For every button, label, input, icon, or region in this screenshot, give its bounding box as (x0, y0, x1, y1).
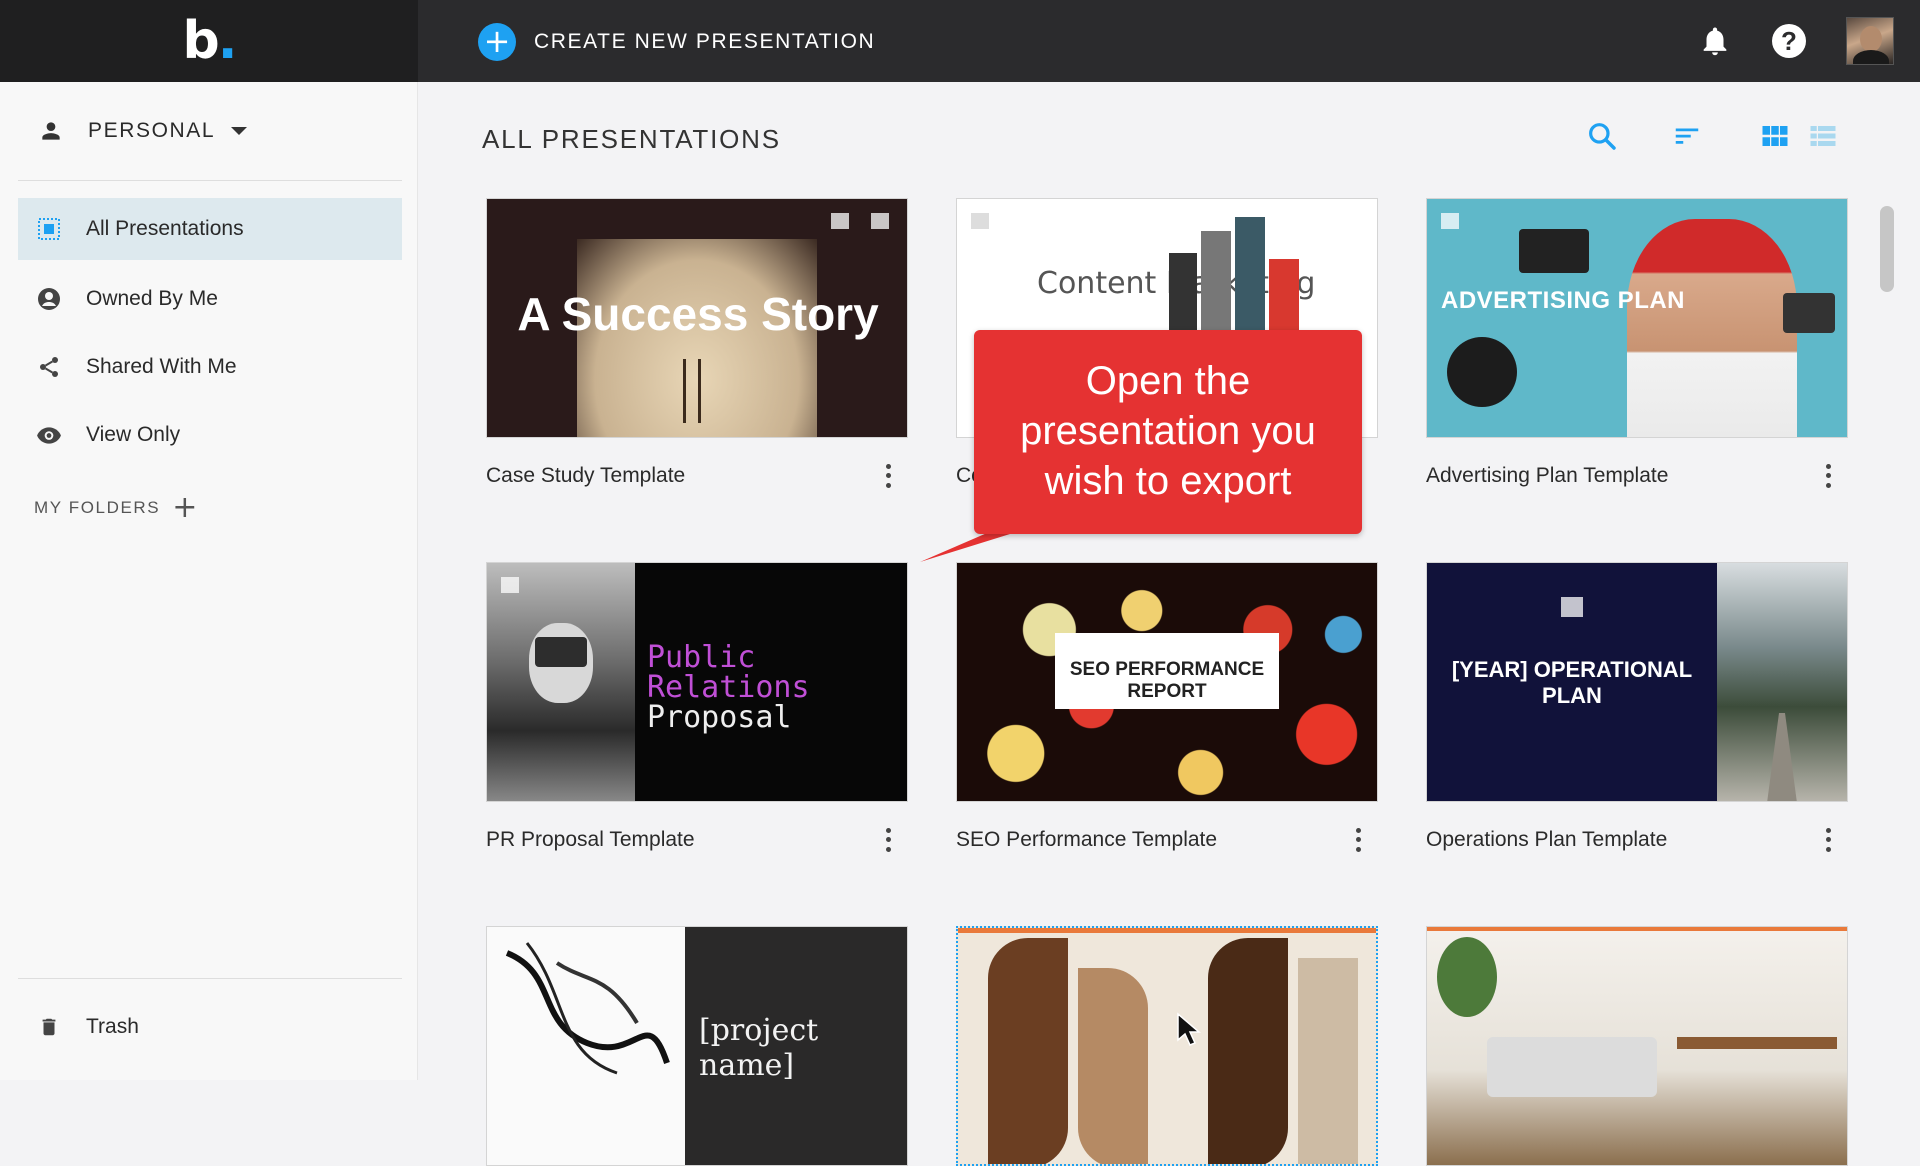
bell-icon[interactable] (1698, 22, 1732, 60)
presentation-title[interactable]: Case Study Template (486, 464, 685, 488)
presentation-card[interactable]: A Success Story Case Study Template (486, 198, 908, 488)
account-circle-icon (36, 286, 62, 312)
grid-view-icon[interactable] (1760, 121, 1790, 151)
presentation-thumbnail[interactable]: A Success Story (486, 198, 908, 438)
sidebar-item-shared-with-me[interactable]: Shared With Me (18, 336, 402, 398)
callout-line: Open the (1085, 359, 1251, 403)
mouse-cursor-icon (1177, 1012, 1202, 1046)
presentation-card[interactable] (956, 926, 1378, 1166)
create-presentation-label: CREATE NEW PRESENTATION (534, 30, 876, 53)
share-icon (36, 354, 62, 380)
thumbnail-title-line1: Public (647, 640, 756, 675)
scrollbar[interactable] (1880, 206, 1894, 292)
thumbnail-title: [project name] (699, 1013, 819, 1083)
more-options-icon[interactable] (878, 462, 898, 490)
logo-letter: b (182, 11, 220, 71)
presentation-card[interactable]: SEO PERFORMANCE REPORT SEO Performance T… (956, 562, 1378, 852)
presentation-card[interactable]: ADVERTISING PLAN Advertising Plan Templa… (1426, 198, 1848, 488)
trash-icon (36, 1014, 62, 1040)
divider (18, 180, 402, 181)
sidebar-item-label: Trash (86, 1015, 139, 1038)
page-title: ALL PRESENTATIONS (482, 124, 781, 154)
list-view-icon[interactable] (1808, 121, 1838, 151)
presentation-card[interactable]: Public Relations Proposal PR Proposal Te… (486, 562, 908, 852)
account-label: PERSONAL (88, 119, 216, 142)
account-switcher[interactable]: PERSONAL (38, 118, 248, 144)
presentation-thumbnail[interactable]: ADVERTISING PLAN (1426, 198, 1848, 438)
thumbnail-title: [YEAR] OPERATIONAL PLAN (1451, 657, 1693, 708)
presentation-title[interactable]: PR Proposal Template (486, 828, 695, 852)
presentation-card[interactable]: [YEAR] OPERATIONAL PLAN Operations Plan … (1426, 562, 1848, 852)
sidebar-item-label: All Presentations (86, 217, 244, 240)
divider (18, 978, 402, 979)
eye-icon (36, 422, 62, 448)
presentation-thumbnail[interactable]: Public Relations Proposal (486, 562, 908, 802)
my-folders-label: MY FOLDERS (34, 498, 161, 517)
ink-brush-graphic (505, 942, 670, 1075)
logo[interactable]: b. (0, 0, 418, 82)
chevron-down-icon (231, 127, 248, 135)
sidebar-item-label: Shared With Me (86, 355, 237, 378)
all-presentations-icon (36, 216, 62, 242)
top-bar: b. + CREATE NEW PRESENTATION ? (0, 0, 1920, 82)
sort-icon[interactable] (1672, 121, 1702, 151)
plus-icon: + (478, 23, 516, 61)
presentation-thumbnail[interactable] (956, 926, 1378, 1166)
sidebar-item-owned-by-me[interactable]: Owned By Me (18, 268, 402, 330)
thumbnail-title-line3: Proposal (647, 700, 792, 735)
more-options-icon[interactable] (1818, 462, 1838, 490)
presentation-card[interactable]: [project name] (486, 926, 908, 1166)
sidebar-item-label: View Only (86, 423, 181, 446)
create-presentation-button[interactable]: + CREATE NEW PRESENTATION (478, 23, 875, 61)
more-options-icon[interactable] (1818, 826, 1838, 854)
more-options-icon[interactable] (878, 826, 898, 854)
presentation-card[interactable] (1426, 926, 1848, 1166)
presentation-thumbnail[interactable]: [YEAR] OPERATIONAL PLAN (1426, 562, 1848, 802)
my-folders-header: MY FOLDERS + (34, 493, 197, 523)
thumbnail-title-line2: Relations (647, 670, 810, 705)
help-icon[interactable]: ? (1772, 24, 1806, 58)
sidebar: PERSONAL All Presentations Owned By Me S… (0, 82, 418, 1080)
search-icon[interactable] (1586, 120, 1618, 152)
callout-line: presentation you (1020, 409, 1316, 453)
tooltip-callout: Open the presentation you wish to export (974, 330, 1362, 534)
sidebar-item-label: Owned By Me (86, 287, 218, 310)
presentation-title[interactable]: Operations Plan Template (1426, 828, 1667, 852)
sidebar-item-all-presentations[interactable]: All Presentations (18, 198, 402, 260)
thumbnail-title: SEO PERFORMANCE REPORT (1069, 659, 1265, 702)
thumbnail-title: ADVERTISING PLAN (1441, 287, 1686, 314)
sidebar-item-view-only[interactable]: View Only (18, 404, 402, 466)
presentation-thumbnail[interactable] (1426, 926, 1848, 1166)
sidebar-item-trash[interactable]: Trash (18, 996, 402, 1058)
avatar[interactable] (1846, 17, 1894, 65)
presentation-title[interactable]: Advertising Plan Template (1426, 464, 1668, 488)
add-folder-icon[interactable]: + (172, 493, 197, 523)
thumbnail-title: A Success Story (517, 288, 879, 340)
more-options-icon[interactable] (1348, 826, 1368, 854)
callout-line: wish to export (1044, 459, 1292, 503)
person-icon (42, 122, 60, 140)
presentation-title[interactable]: SEO Performance Template (956, 828, 1217, 852)
presentation-thumbnail[interactable]: SEO PERFORMANCE REPORT (956, 562, 1378, 802)
presentation-thumbnail[interactable]: [project name] (486, 926, 908, 1166)
